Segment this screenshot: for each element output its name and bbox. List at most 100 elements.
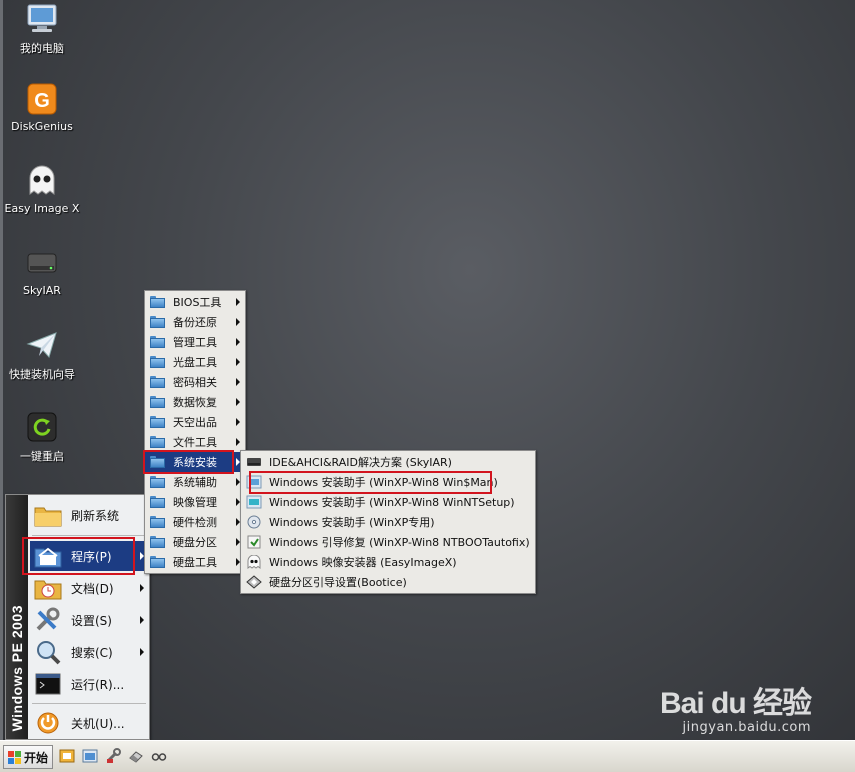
drive-icon [246, 455, 262, 469]
cd-installer-icon [246, 515, 262, 529]
start-item-label: 刷新系统 [71, 508, 120, 523]
drive-icon [25, 246, 59, 280]
start-item-label: 文档(D) [71, 581, 114, 596]
taskbar: 开始 [0, 740, 855, 772]
desktop-icon-label: 一键重启 [20, 450, 64, 463]
programs-item-label: 密码相关 [173, 376, 217, 389]
search-icon [33, 639, 63, 665]
start-item-settings[interactable]: 设置(S) [30, 605, 148, 635]
folder-icon [150, 476, 165, 488]
folder-icon [150, 356, 165, 368]
programs-item-image-management[interactable]: 映像管理 [145, 492, 245, 512]
install-item-label: Windows 映像安装器 (EasyImageX) [269, 556, 457, 569]
programs-item-disk-partition[interactable]: 硬盘分区 [145, 532, 245, 552]
start-item-search[interactable]: 搜索(C) [30, 637, 148, 667]
programs-item-file-tools[interactable]: 文件工具 [145, 432, 245, 452]
paper-plane-icon [25, 328, 59, 362]
start-button-label: 开始 [24, 750, 49, 765]
programs-item-tiankong[interactable]: 天空出品 [145, 412, 245, 432]
desktop-icon-easy-image-x[interactable]: Easy Image X [0, 164, 84, 215]
programs-item-password[interactable]: 密码相关 [145, 372, 245, 392]
start-menu-band-text: Windows PE 2003 [9, 604, 25, 731]
programs-item-label: 天空出品 [173, 416, 217, 429]
programs-item-label: 映像管理 [173, 496, 217, 509]
start-item-label: 设置(S) [71, 613, 112, 628]
folder-icon [150, 556, 165, 568]
windows-logo-icon [8, 750, 21, 764]
desktop-icon-label: 我的电脑 [20, 42, 64, 55]
start-menu: Windows PE 2003 刷新系统 程序(P) 文档(D) 设置(S) 搜… [5, 494, 150, 740]
programs-item-label: 硬盘工具 [173, 556, 217, 569]
programs-item-label: 光盘工具 [173, 356, 217, 369]
install-item-easyimagex[interactable]: Windows 映像安装器 (EasyImageX) [241, 552, 535, 572]
tools-icon[interactable] [105, 748, 121, 764]
programs-item-label: 硬件检测 [173, 516, 217, 529]
programs-item-management-tools[interactable]: 管理工具 [145, 332, 245, 352]
start-menu-band: Windows PE 2003 [6, 495, 28, 739]
programs-item-label: BIOS工具 [173, 296, 222, 309]
folder-icon [150, 436, 165, 448]
settings-icon [33, 607, 63, 633]
submenu-arrow-icon [140, 584, 144, 592]
folder-icon [33, 502, 63, 528]
start-item-label: 搜索(C) [71, 645, 113, 660]
ghost-icon [25, 164, 59, 198]
folder-icon [150, 496, 165, 508]
install-item-skyiar[interactable]: IDE&AHCI&RAID解决方案 (SkyIAR) [241, 452, 535, 472]
install-item-label: IDE&AHCI&RAID解决方案 (SkyIAR) [269, 456, 452, 469]
start-item-refresh-system[interactable]: 刷新系统 [30, 500, 148, 530]
desktop-icon-quick-install-wizard[interactable]: 快捷装机向导 [0, 328, 84, 382]
install-item-winntsetup[interactable]: Windows 安装助手 (WinXP-Win8 WinNTSetup) [241, 492, 535, 512]
programs-item-label: 备份还原 [173, 316, 217, 329]
desktop-icon-one-key-restart[interactable]: 一键重启 [0, 410, 84, 464]
desktop-icon-label: SkyIAR [23, 284, 61, 297]
submenu-arrow-icon [236, 318, 240, 326]
run-icon [33, 671, 63, 697]
submenu-arrow-icon [140, 616, 144, 624]
install-item-bootice[interactable]: 硬盘分区引导设置(Bootice) [241, 572, 535, 592]
annotation-box-system-install [143, 450, 234, 474]
programs-item-data-recovery[interactable]: 数据恢复 [145, 392, 245, 412]
folder-icon [150, 396, 165, 408]
submenu-arrow-icon [236, 338, 240, 346]
start-item-shutdown[interactable]: 关机(U)... [30, 708, 148, 738]
install-item-ntbootautofix[interactable]: Windows 引导修复 (WinXP-Win8 NTBOOTautofix) [241, 532, 535, 552]
programs-item-label: 硬盘分区 [173, 536, 217, 549]
submenu-arrow-icon [236, 298, 240, 306]
install-item-label: 硬盘分区引导设置(Bootice) [269, 576, 407, 589]
annotation-box-winsman [249, 471, 492, 494]
install-item-label: Windows 引导修复 (WinXP-Win8 NTBOOTautofix) [269, 536, 530, 549]
desktop-icon-diskgenius[interactable]: G DiskGenius [0, 82, 84, 133]
programs-item-label: 系统辅助 [173, 476, 217, 489]
svg-text:G: G [34, 90, 50, 112]
desktop-icon-label: DiskGenius [11, 120, 73, 133]
bootice-icon [246, 575, 262, 589]
submenu-arrow-icon [236, 398, 240, 406]
diskgenius-icon: G [25, 82, 59, 116]
explorer-icon[interactable] [82, 748, 98, 764]
programs-item-label: 文件工具 [173, 436, 217, 449]
start-item-documents[interactable]: 文档(D) [30, 573, 148, 603]
start-item-label: 关机(U)... [71, 716, 125, 731]
folder-icon[interactable] [59, 748, 75, 764]
eraser-icon[interactable] [128, 748, 144, 764]
install-item-label: Windows 安装助手 (WinXP专用) [269, 516, 435, 529]
desktop-icon-my-computer[interactable]: 我的电脑 [0, 2, 84, 56]
desktop-icon-label: Easy Image X [4, 202, 80, 215]
programs-item-bios-tools[interactable]: BIOS工具 [145, 292, 245, 312]
folder-icon [150, 316, 165, 328]
desktop-icon-skyiar[interactable]: SkyIAR [0, 246, 84, 297]
programs-item-hardware-detection[interactable]: 硬件检测 [145, 512, 245, 532]
start-button[interactable]: 开始 [3, 745, 53, 769]
programs-item-system-assist[interactable]: 系统辅助 [145, 472, 245, 492]
folder-icon [150, 296, 165, 308]
start-item-run[interactable]: 运行(R)... [30, 669, 148, 699]
programs-item-backup-restore[interactable]: 备份还原 [145, 312, 245, 332]
start-item-label: 运行(R)... [71, 677, 125, 692]
install-item-winxp-only[interactable]: Windows 安装助手 (WinXP专用) [241, 512, 535, 532]
folder-icon [150, 376, 165, 388]
programs-item-disc-tools[interactable]: 光盘工具 [145, 352, 245, 372]
glasses-icon[interactable] [151, 748, 167, 764]
programs-item-disk-tools[interactable]: 硬盘工具 [145, 552, 245, 572]
desktop-icon-label: 快捷装机向导 [9, 368, 75, 381]
